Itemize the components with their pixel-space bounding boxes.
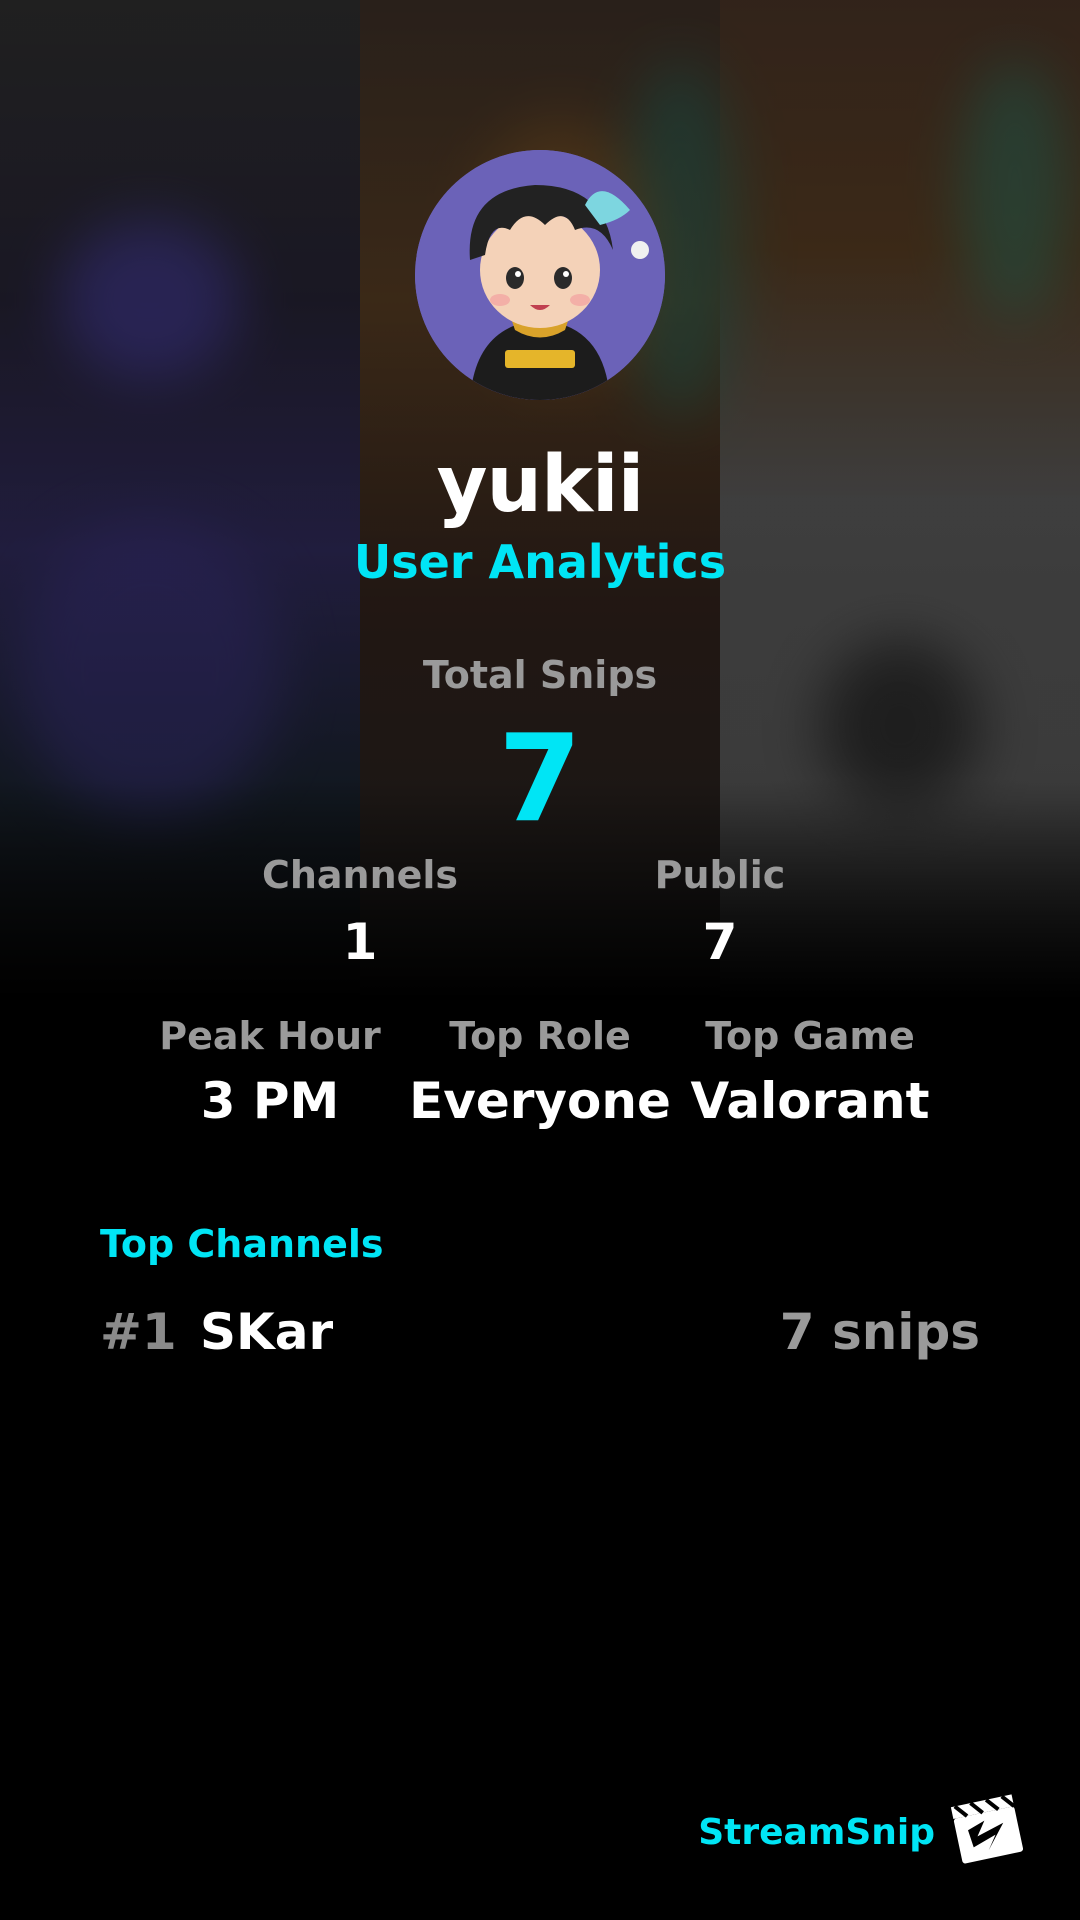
- channel-rank: #1: [100, 1303, 177, 1361]
- analytics-card: yukii User Analytics Total Snips 7 Chann…: [0, 0, 1080, 1920]
- profile-avatar: [415, 150, 665, 400]
- top-role-value: Everyone: [409, 1072, 671, 1130]
- public-value: 7: [702, 913, 738, 971]
- channels-value: 1: [342, 913, 378, 971]
- brand-name: StreamSnip: [698, 1812, 935, 1853]
- peak-hour-label: Peak Hour: [159, 1014, 381, 1058]
- chibi-avatar-icon: [415, 150, 665, 400]
- clapperboard-icon: [950, 1790, 1026, 1866]
- top-game-label: Top Game: [705, 1014, 915, 1058]
- page-subtitle: User Analytics: [353, 535, 727, 589]
- channel-name: SKar: [200, 1303, 334, 1361]
- top-game-value: Valorant: [690, 1072, 930, 1130]
- top-channels-title: Top Channels: [100, 1222, 384, 1266]
- total-snips-label: Total Snips: [422, 653, 658, 697]
- public-label: Public: [654, 853, 786, 897]
- top-role-label: Top Role: [449, 1014, 631, 1058]
- username: yukii: [436, 440, 645, 530]
- channels-label: Channels: [261, 853, 459, 897]
- total-snips-value: 7: [498, 710, 582, 849]
- peak-hour-value: 3 PM: [200, 1072, 340, 1130]
- channel-snip-count: 7 snips: [779, 1303, 980, 1361]
